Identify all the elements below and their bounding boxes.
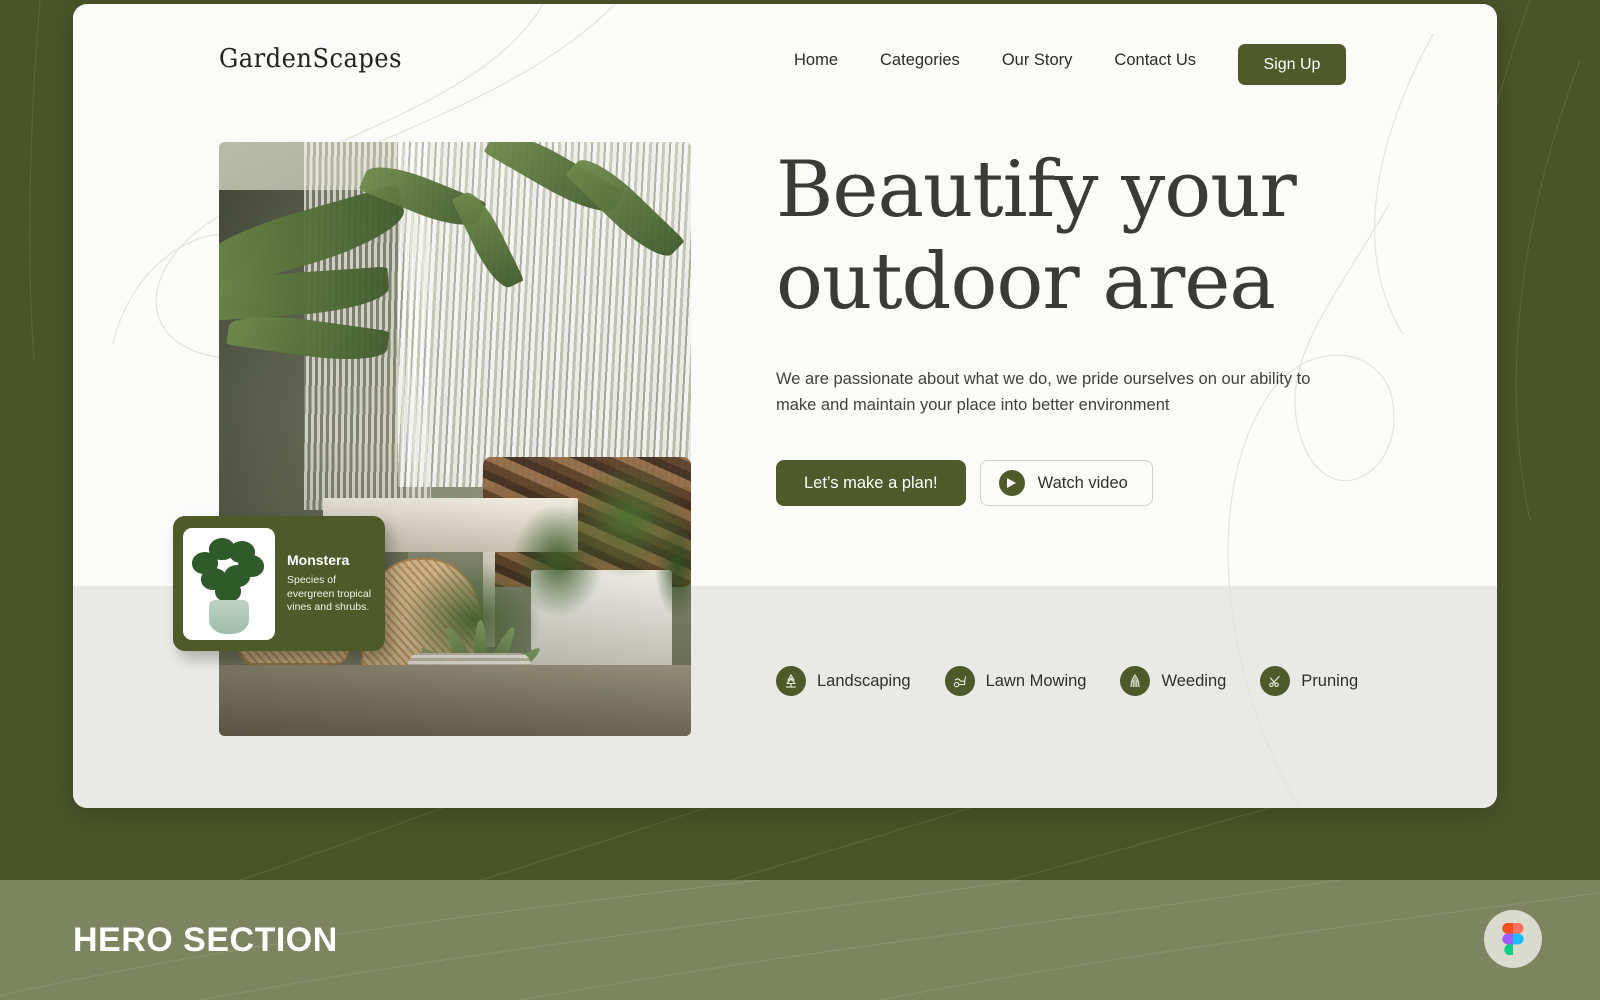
plant-pot bbox=[208, 600, 250, 634]
service-item-pruning[interactable]: Pruning bbox=[1260, 666, 1358, 696]
watch-video-label: Watch video bbox=[1037, 473, 1128, 492]
page-root: GardenScapes Home Categories Our Story C… bbox=[0, 0, 1600, 1000]
nav-item-home[interactable]: Home bbox=[773, 51, 859, 70]
sign-up-button[interactable]: Sign Up bbox=[1238, 44, 1346, 85]
plant-card-description: Species of evergreen tropical vines and … bbox=[287, 574, 372, 614]
brand-logo[interactable]: GardenScapes bbox=[219, 44, 402, 74]
main-navigation: Home Categories Our Story Contact Us bbox=[773, 51, 1217, 70]
hero-canvas: GardenScapes Home Categories Our Story C… bbox=[73, 4, 1497, 808]
service-label-weeding: Weeding bbox=[1161, 671, 1227, 690]
pruning-icon bbox=[1260, 666, 1291, 696]
watch-video-button[interactable]: Watch video bbox=[979, 460, 1153, 506]
plant-info-card[interactable]: Monstera Species of evergreen tropical v… bbox=[173, 516, 385, 651]
lawn-mowing-icon bbox=[944, 666, 975, 696]
nav-item-categories[interactable]: Categories bbox=[859, 51, 981, 70]
monstera-thumbnail bbox=[183, 527, 275, 640]
headline-line-1: Beautify your bbox=[776, 145, 1297, 235]
figma-logo-icon[interactable] bbox=[1484, 910, 1542, 968]
headline-line-2: outdoor area bbox=[776, 237, 1276, 328]
hero-cta-group: Let’s make a plan! Watch video bbox=[776, 460, 1153, 506]
plant-card-title: Monstera bbox=[287, 552, 350, 569]
make-a-plan-button[interactable]: Let’s make a plan! bbox=[776, 460, 966, 506]
hero-subtext: We are passionate about what we do, we p… bbox=[776, 370, 1311, 415]
page-title: Beautify your outdoor area bbox=[776, 144, 1396, 328]
service-label-lawn-mowing: Lawn Mowing bbox=[985, 671, 1087, 690]
service-label-landscaping: Landscaping bbox=[817, 671, 911, 690]
monstera-leaves-icon bbox=[190, 534, 267, 603]
service-item-landscaping[interactable]: Landscaping bbox=[776, 666, 911, 696]
service-item-lawn-mowing[interactable]: Lawn Mowing bbox=[944, 666, 1087, 696]
service-label-pruning: Pruning bbox=[1301, 671, 1359, 690]
nav-item-contact-us[interactable]: Contact Us bbox=[1093, 51, 1217, 70]
weeding-icon bbox=[1120, 666, 1151, 696]
services-list: Landscaping Lawn Mowing Weeding Pruning bbox=[776, 666, 1358, 696]
landscaping-icon bbox=[776, 666, 806, 696]
caption-bar: HERO SECTION bbox=[0, 880, 1600, 1000]
play-icon bbox=[998, 470, 1025, 496]
caption-title: HERO SECTION bbox=[73, 920, 338, 959]
service-item-weeding[interactable]: Weeding bbox=[1120, 666, 1226, 696]
nav-item-our-story[interactable]: Our Story bbox=[981, 51, 1094, 70]
site-header: GardenScapes Home Categories Our Story C… bbox=[73, 4, 1497, 122]
